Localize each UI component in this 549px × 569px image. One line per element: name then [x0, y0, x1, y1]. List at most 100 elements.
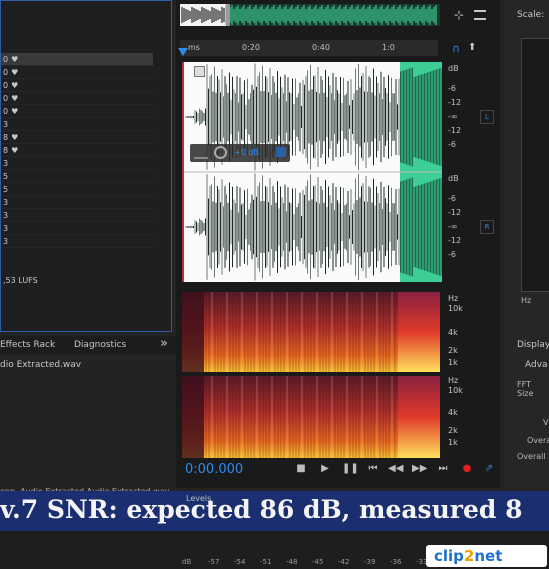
- hz-tick: 4k: [448, 328, 458, 337]
- ruler-tick: ms: [188, 43, 200, 52]
- marker-pin-icon[interactable]: ⬆: [468, 42, 476, 54]
- file-row[interactable]: 3: [1, 196, 153, 209]
- file-row[interactable]: 3: [1, 222, 153, 235]
- file-row[interactable]: 0 ♥: [1, 79, 153, 92]
- file-row[interactable]: 5: [1, 170, 153, 183]
- file-row-value: 5: [3, 185, 9, 194]
- level-tick: -51: [260, 558, 272, 566]
- overall-label: Overall: [517, 452, 546, 461]
- spectral-display[interactable]: [182, 292, 440, 458]
- file-row-value: 0: [3, 107, 9, 116]
- marker-pin-icon: ♥: [11, 55, 19, 64]
- file-row-value: 3: [3, 198, 9, 207]
- hz-tick: 4k: [448, 408, 458, 417]
- caption-text: v.7 SNR: expected 86 dB, measured 8: [0, 495, 523, 524]
- file-row-value: 8: [3, 146, 9, 155]
- timeline-ruler[interactable]: ms 0:20 0:40 1:0: [180, 40, 438, 56]
- file-row[interactable]: 3: [1, 118, 153, 131]
- waveform-editor: ⊹ ms 0:20 0:40 1:0 ∩ ⬆ +0 dB dB -6 -12 -…: [176, 0, 500, 488]
- overview-bar[interactable]: [180, 4, 440, 26]
- panel-menu-chevron-icon[interactable]: »: [160, 336, 168, 351]
- file-row[interactable]: 8 ♥: [1, 144, 153, 157]
- time-display[interactable]: 0:00.000: [185, 462, 243, 477]
- marker-pin-icon: ♥: [11, 133, 19, 142]
- level-tick: dB: [182, 558, 192, 566]
- stop-icon[interactable]: ■: [294, 463, 308, 475]
- caption-banner: v.7 SNR: expected 86 dB, measured 8: [0, 491, 549, 531]
- hz-tick: Hz: [448, 376, 459, 385]
- waveform-display[interactable]: +0 dB: [182, 62, 442, 282]
- snap-magnet-icon[interactable]: ∩: [452, 42, 464, 55]
- hz-tick: 10k: [448, 386, 463, 395]
- panel-tabs: Effects Rack Diagnostics »: [0, 336, 178, 354]
- pin-hud-icon[interactable]: [276, 147, 286, 157]
- file-row-value: 3: [3, 237, 9, 246]
- file-row[interactable]: 8 ♥: [1, 131, 153, 144]
- hz-tick: 2k: [448, 426, 458, 435]
- loop-icon[interactable]: ⇗: [482, 463, 496, 475]
- file-row[interactable]: 3: [1, 157, 153, 170]
- marker-pin-icon: ♥: [11, 68, 19, 77]
- hz-label: Hz: [521, 296, 532, 305]
- file-row-value: 0: [3, 68, 9, 77]
- waveform-canvas: [184, 62, 442, 282]
- file-row[interactable]: 0 ♥: [1, 92, 153, 105]
- marker-pin-icon: ♥: [11, 146, 19, 155]
- play-icon[interactable]: ▶: [318, 463, 332, 475]
- db-tick: dB: [448, 174, 459, 183]
- skip-back-icon[interactable]: ⏮: [366, 463, 380, 475]
- file-row[interactable]: 0 ♥: [1, 53, 153, 66]
- record-icon[interactable]: ●: [460, 463, 474, 475]
- list-view-icon[interactable]: [474, 10, 486, 20]
- channel-left-button[interactable]: L: [480, 110, 494, 124]
- frequency-analysis-panel: Scale: Hz Display: Adva FFT Size V Overa…: [505, 0, 549, 488]
- db-scale: dB -6 -12 -∞ -12 -6 L dB -6 -12 -∞ -12 -…: [444, 62, 500, 282]
- volume-icon: [194, 147, 208, 159]
- clip-fade-handle-icon[interactable]: [194, 66, 205, 77]
- logo-text: clip2net: [434, 547, 503, 565]
- overa-label: Overa: [527, 436, 549, 445]
- file-row[interactable]: 0 ♥: [1, 105, 153, 118]
- level-tick: -36: [390, 558, 402, 566]
- ruler-tick: 0:20: [242, 43, 260, 52]
- file-row[interactable]: 3: [1, 235, 153, 248]
- db-tick: -6: [448, 250, 456, 259]
- marker-pin-icon: ♥: [11, 107, 19, 116]
- file-row[interactable]: 0 ♥: [1, 66, 153, 79]
- hz-tick: 10k: [448, 304, 463, 313]
- file-row-value: 3: [3, 159, 9, 168]
- db-tick: -12: [448, 236, 462, 245]
- level-tick: -39: [364, 558, 376, 566]
- db-tick: -6: [448, 194, 456, 203]
- skip-forward-icon[interactable]: ⏭: [436, 463, 450, 475]
- fft-size-label: FFT Size: [517, 380, 534, 398]
- file-row[interactable]: 5: [1, 183, 153, 196]
- channel-right-button[interactable]: R: [480, 220, 494, 234]
- advanced-label[interactable]: Adva: [525, 360, 548, 370]
- level-tick: -42: [338, 558, 350, 566]
- file-row-value: 3: [3, 120, 9, 129]
- db-tick: -12: [448, 208, 462, 217]
- rewind-icon[interactable]: ◀◀: [388, 463, 403, 475]
- level-tick: -48: [286, 558, 298, 566]
- frequency-scale: Hz 10k 4k 2k 1k Hz 10k 4k 2k 1k: [444, 292, 484, 458]
- level-tick: -54: [234, 558, 246, 566]
- hz-tick: 1k: [448, 358, 458, 367]
- ruler-tick: 0:40: [312, 43, 330, 52]
- tab-diagnostics[interactable]: Diagnostics: [74, 340, 126, 350]
- tab-effects-rack[interactable]: Effects Rack: [0, 340, 55, 350]
- display-label: Display:: [517, 340, 549, 350]
- spectral-canvas: [182, 292, 440, 458]
- effects-rack-file-label: dio Extracted.wav: [0, 360, 82, 370]
- file-row-value: 8: [3, 133, 9, 142]
- db-tick: -6: [448, 84, 456, 93]
- file-row-value: 3: [3, 224, 9, 233]
- overview-wave: [180, 4, 440, 26]
- hud-volume[interactable]: +0 dB: [190, 144, 290, 162]
- file-row-value: 0: [3, 94, 9, 103]
- fast-forward-icon[interactable]: ▶▶: [412, 463, 427, 475]
- volume-knob-icon[interactable]: [214, 146, 227, 159]
- file-row[interactable]: 3: [1, 209, 153, 222]
- zoom-navigator-icon[interactable]: ⊹: [451, 8, 467, 22]
- pause-icon[interactable]: ❚❚: [342, 463, 359, 475]
